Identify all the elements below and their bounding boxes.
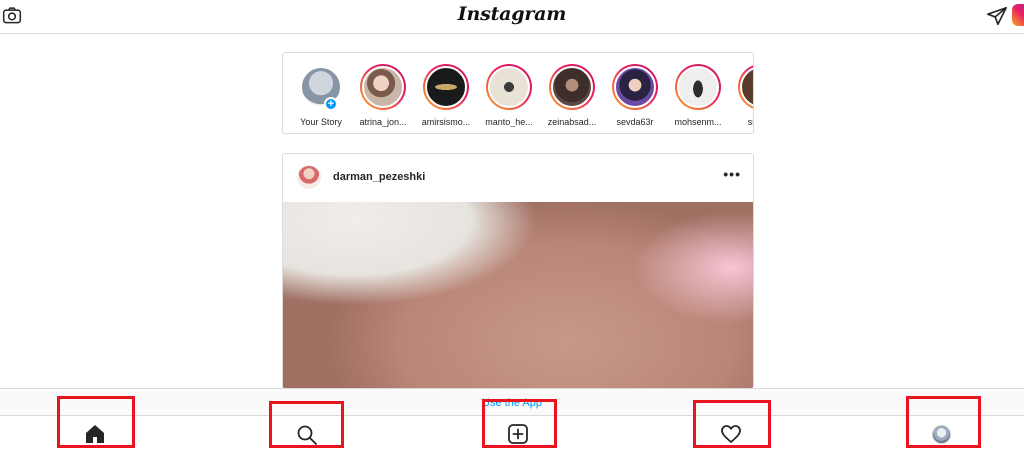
avatar xyxy=(488,66,530,108)
highlight-box-activity xyxy=(693,400,771,448)
post-header: darman_pezeshki ••• xyxy=(283,154,753,202)
igtv-icon[interactable] xyxy=(1012,4,1024,26)
story-item[interactable]: manto_he... xyxy=(477,64,541,127)
highlight-box-new-post xyxy=(482,399,557,448)
avatar xyxy=(677,66,719,108)
story-name: atrina_jon... xyxy=(359,117,407,127)
story-name: mohsenm... xyxy=(674,117,722,127)
avatar xyxy=(740,66,753,108)
highlight-box-profile xyxy=(906,396,981,448)
story-item[interactable]: zeinabsad... xyxy=(540,64,604,127)
story-name: amirsismo... xyxy=(421,117,471,127)
story-item[interactable]: mohsenm... xyxy=(666,64,730,127)
feed-post: darman_pezeshki ••• xyxy=(282,153,754,389)
story-name: Your Story xyxy=(300,117,342,127)
story-item[interactable]: sima... xyxy=(729,64,753,127)
more-options-icon[interactable]: ••• xyxy=(723,166,741,182)
avatar xyxy=(425,66,467,108)
highlight-box-search xyxy=(269,401,344,448)
avatar xyxy=(551,66,593,108)
direct-message-icon[interactable] xyxy=(986,5,1008,27)
post-username[interactable]: darman_pezeshki xyxy=(333,171,425,183)
story-item[interactable]: amirsismo... xyxy=(414,64,478,127)
story-your-story[interactable]: + Your Story xyxy=(289,64,353,127)
highlight-box-home xyxy=(57,396,135,448)
top-header: Instagram xyxy=(0,0,1024,34)
instagram-logo[interactable]: Instagram xyxy=(0,3,1024,25)
story-name: zeinabsad... xyxy=(547,117,597,127)
story-item[interactable]: sevda63r xyxy=(603,64,667,127)
story-name: sevda63r xyxy=(616,117,654,127)
story-item[interactable]: atrina_jon... xyxy=(351,64,415,127)
story-name: manto_he... xyxy=(485,117,533,127)
avatar[interactable] xyxy=(297,165,321,189)
story-name: sima... xyxy=(747,117,753,127)
add-story-icon[interactable]: + xyxy=(324,97,338,111)
avatar xyxy=(614,66,656,108)
post-image[interactable] xyxy=(283,202,753,388)
stories-tray: + Your Story atrina_jon... amirsismo... … xyxy=(282,52,754,134)
avatar xyxy=(362,66,404,108)
